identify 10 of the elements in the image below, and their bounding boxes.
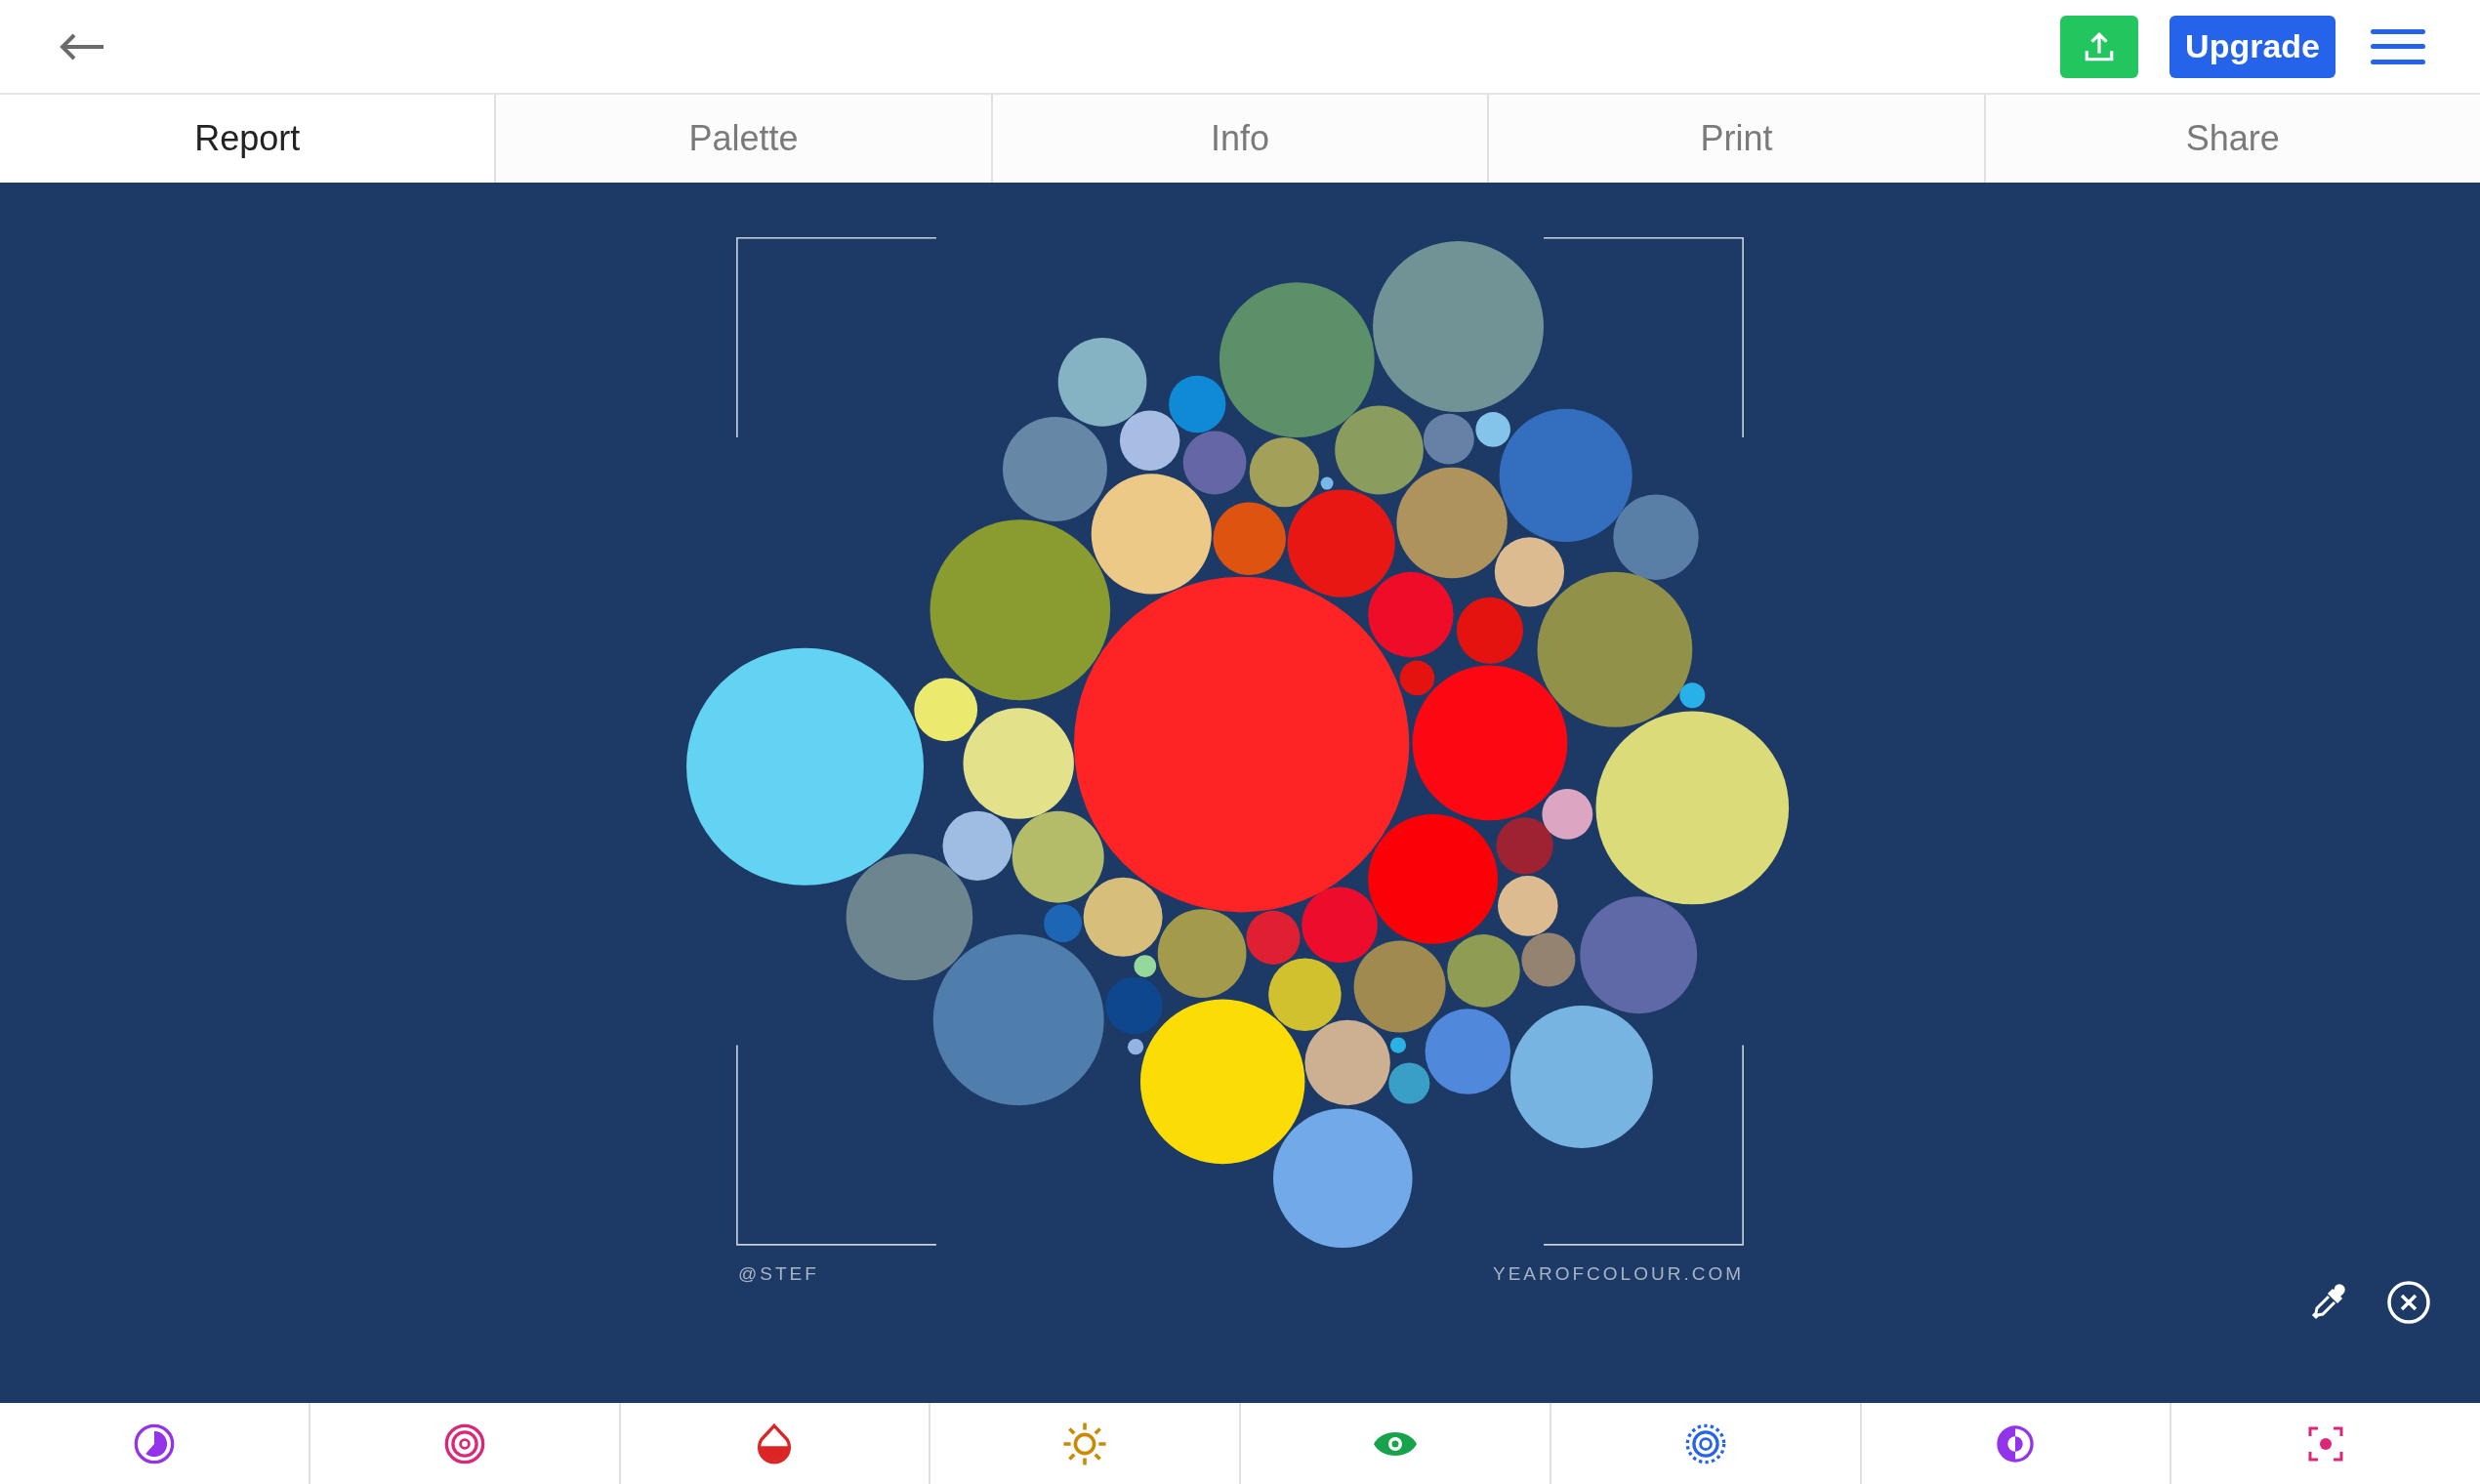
site-credit: YEAROFCOLOUR.COM [1492, 1262, 1744, 1286]
menu-icon[interactable] [2371, 26, 2425, 66]
target-icon [442, 1422, 486, 1465]
close-icon [2386, 1280, 2431, 1325]
upgrade-button[interactable]: Upgrade [2170, 15, 2335, 78]
author-credit: @STEF [738, 1262, 819, 1286]
sun-icon [1061, 1420, 1109, 1467]
pie-chart-icon [132, 1422, 176, 1465]
radar-icon [1683, 1422, 1727, 1465]
close-button[interactable] [2386, 1280, 2431, 1325]
